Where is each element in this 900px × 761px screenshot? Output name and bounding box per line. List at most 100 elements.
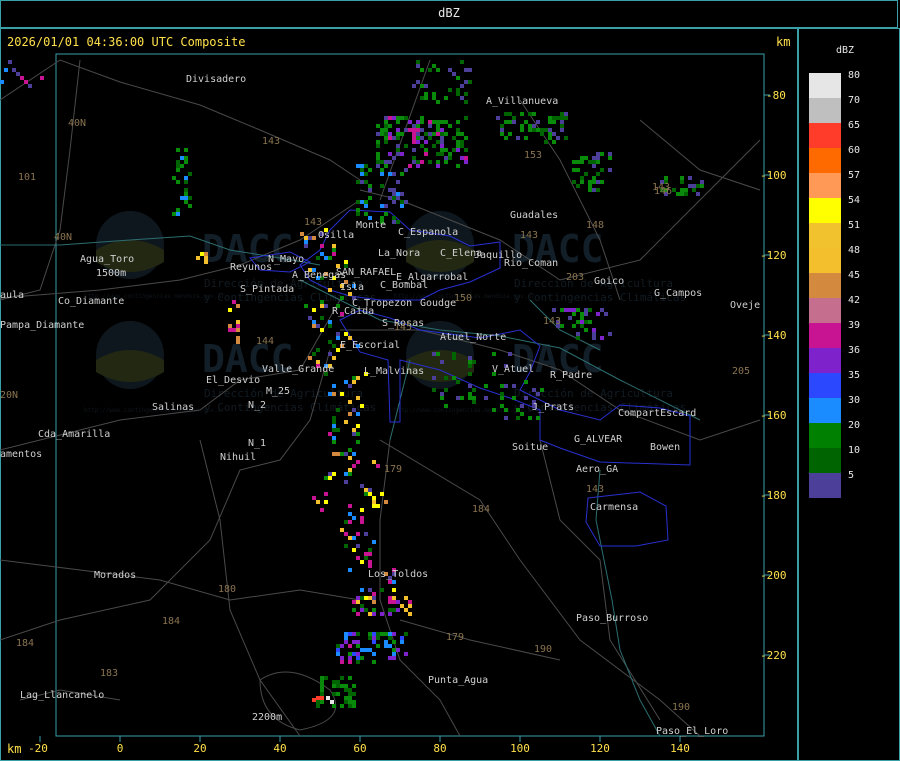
radar-echo-cell: [368, 488, 372, 492]
radar-echo-cell: [420, 68, 424, 72]
radar-echo-cell: [316, 324, 320, 328]
radar-echo-cell: [540, 132, 544, 136]
radar-echo-cell: [340, 656, 344, 660]
route-number-label: 145: [394, 322, 412, 333]
radar-echo-cell: [696, 192, 700, 196]
watermark-logo: DACC Dirección de Agricultura y Continge…: [96, 211, 376, 304]
y-tick-label: -80: [766, 89, 786, 102]
place-label: Carmensa: [590, 502, 638, 513]
radar-echo-cell: [592, 336, 596, 340]
radar-echo-cell: [404, 596, 408, 600]
radar-map[interactable]: -80 -100 -120 -140 -160 -180 -200 -220 -…: [0, 0, 900, 761]
radar-echo-cell: [596, 152, 600, 156]
place-label: Paso_El_Loro: [656, 726, 728, 737]
radar-echo-cell: [176, 148, 180, 152]
legend-value-label: 35: [848, 370, 860, 381]
radar-echo-cell: [332, 452, 336, 456]
radar-echo-cell: [460, 84, 464, 88]
radar-echo-cell: [348, 536, 352, 540]
radar-echo-cell: [376, 124, 380, 128]
radar-echo-cell: [444, 148, 448, 152]
radar-echo-cell: [356, 652, 360, 656]
radar-echo-cell: [428, 124, 432, 128]
x-tick-label: 100: [510, 742, 530, 755]
radar-echo-cell: [380, 184, 384, 188]
radar-echo-cell: [596, 156, 600, 160]
radar-echo-cell: [376, 644, 380, 648]
legend-value-label: 30: [848, 395, 860, 406]
radar-echo-cell: [588, 320, 592, 324]
radar-echo-cell: [528, 112, 532, 116]
radar-echo-cell: [456, 132, 460, 136]
radar-echo-cell: [344, 700, 348, 704]
legend-swatch: [809, 173, 841, 198]
radar-echo-cell: [384, 632, 388, 636]
radar-echo-cell: [456, 76, 460, 80]
radar-echo-cell: [336, 428, 340, 432]
radar-echo-cell: [388, 632, 392, 636]
radar-echo-cell: [376, 152, 380, 156]
radar-echo-cell: [424, 140, 428, 144]
radar-echo-cell: [384, 116, 388, 120]
radar-echo-cell: [332, 436, 336, 440]
radar-echo-cell: [328, 472, 332, 476]
radar-echo-cell: [332, 244, 336, 248]
radar-echo-cell: [368, 188, 372, 192]
radar-echo-cell: [404, 608, 408, 612]
radar-echo-cell: [500, 132, 504, 136]
radar-echo-cell: [348, 696, 352, 700]
radar-echo-cell: [516, 408, 520, 412]
radar-echo-cell: [324, 676, 328, 680]
radar-echo-cell: [352, 428, 356, 432]
radar-echo-cell: [372, 660, 376, 664]
x-tick-label: 60: [353, 742, 366, 755]
radar-echo-cell: [184, 192, 188, 196]
radar-echo-cell: [184, 196, 188, 200]
radar-echo-cell: [572, 312, 576, 316]
radar-echo-cell: [452, 72, 456, 76]
radar-echo-cell: [528, 416, 532, 420]
radar-echo-cell: [356, 612, 360, 616]
radar-echo-cell: [528, 128, 532, 132]
x-tick-label: -20: [28, 742, 48, 755]
radar-echo-cell: [548, 120, 552, 124]
radar-echo-cell: [368, 648, 372, 652]
radar-echo-cell: [672, 188, 676, 192]
radar-echo-cell: [600, 152, 604, 156]
radar-echo-cell: [408, 164, 412, 168]
radar-echo-cell: [684, 188, 688, 192]
radar-echo-cell: [332, 680, 336, 684]
radar-echo-cell: [344, 452, 348, 456]
radar-echo-cell: [376, 156, 380, 160]
radar-echo-cell: [448, 124, 452, 128]
place-label: L_Malvinas: [364, 366, 424, 377]
radar-echo-cell: [412, 136, 416, 140]
place-label: R_Caida: [332, 306, 374, 317]
radar-echo-cell: [436, 140, 440, 144]
radar-echo-cell: [560, 124, 564, 128]
radar-echo-cell: [504, 136, 508, 140]
radar-echo-cell: [316, 348, 320, 352]
radar-echo-cell: [330, 700, 334, 704]
radar-echo-cell: [408, 128, 412, 132]
radar-echo-cell: [492, 352, 496, 356]
radar-echo-cell: [328, 288, 332, 292]
radar-echo-cell: [504, 112, 508, 116]
radar-echo-cell: [352, 452, 356, 456]
radar-echo-cell: [312, 320, 316, 324]
radar-echo-cell: [692, 184, 696, 188]
route-number-label: 190: [672, 702, 690, 713]
radar-echo-cell: [348, 652, 352, 656]
radar-echo-cell: [368, 196, 372, 200]
radar-echo-cell: [404, 168, 408, 172]
radar-echo-cell: [344, 688, 348, 692]
y-axis-unit: km: [776, 35, 791, 49]
radar-echo-cell: [336, 332, 340, 336]
route-number-label: 40N: [68, 118, 86, 129]
radar-echo-cell: [472, 396, 476, 400]
radar-echo-cell: [360, 608, 364, 612]
radar-echo-cell: [420, 120, 424, 124]
radar-echo-cell: [368, 588, 372, 592]
radar-echo-cell: [380, 492, 384, 496]
radar-echo-cell: [588, 188, 592, 192]
